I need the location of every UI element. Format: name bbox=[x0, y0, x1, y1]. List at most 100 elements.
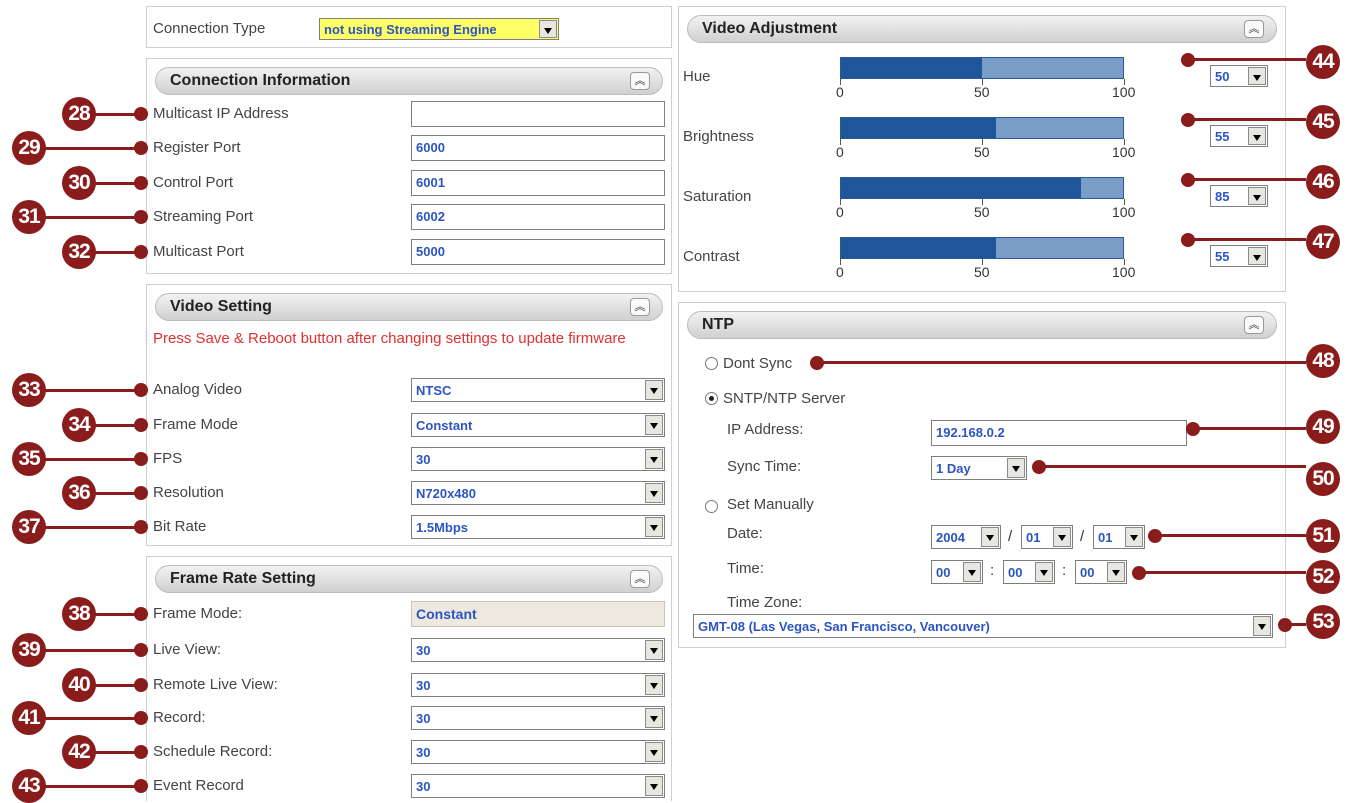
sync-time-select[interactable]: 1 Day bbox=[931, 456, 1027, 480]
tick-label: 0 bbox=[836, 204, 844, 220]
double-chevron-up-icon[interactable]: ︽ bbox=[630, 72, 650, 90]
callout-marker: 43 bbox=[12, 769, 46, 803]
hour-value: 00 bbox=[936, 565, 951, 580]
dropdown-arrow-icon bbox=[645, 517, 663, 537]
dropdown-arrow-icon bbox=[645, 483, 663, 503]
tick-label: 100 bbox=[1112, 204, 1136, 220]
time-zone-select[interactable]: GMT-08 (Las Vegas, San Francisco, Vancou… bbox=[693, 614, 1273, 638]
text-input[interactable]: 6002 bbox=[411, 204, 665, 230]
callout-marker: 35 bbox=[12, 442, 46, 476]
dropdown-select[interactable]: 30 bbox=[411, 706, 665, 730]
tick-label: 100 bbox=[1112, 144, 1136, 160]
tick-label: 100 bbox=[1112, 264, 1136, 280]
dropdown-arrow-icon bbox=[981, 527, 999, 547]
callout-line bbox=[42, 389, 141, 392]
callout-dot bbox=[134, 107, 148, 121]
callout-dot bbox=[134, 678, 148, 692]
dropdown-select[interactable]: N720x480 bbox=[411, 481, 665, 505]
month-select[interactable]: 01 bbox=[1021, 525, 1073, 549]
double-chevron-up-icon[interactable]: ︽ bbox=[630, 570, 650, 588]
day-select[interactable]: 01 bbox=[1093, 525, 1145, 549]
ntp-server-label: SNTP/NTP Server bbox=[723, 390, 846, 407]
text-input[interactable]: 6001 bbox=[411, 170, 665, 196]
dropdown-arrow-icon bbox=[645, 708, 663, 728]
dropdown-select[interactable]: 30 bbox=[411, 740, 665, 764]
callout-dot bbox=[1181, 53, 1195, 67]
adjust-select[interactable]: 50 bbox=[1210, 65, 1268, 87]
callout-line bbox=[42, 147, 141, 150]
ntp-ip-field[interactable]: 192.168.0.2 bbox=[931, 420, 1187, 446]
callout-line bbox=[42, 649, 141, 652]
callout-marker: 40 bbox=[62, 668, 96, 702]
double-chevron-up-icon[interactable]: ︽ bbox=[1244, 20, 1264, 38]
sync-time-label: Sync Time: bbox=[727, 458, 802, 475]
hour-select[interactable]: 00 bbox=[931, 560, 983, 584]
field-label: Resolution bbox=[153, 484, 224, 501]
field-label: Remote Live View: bbox=[153, 676, 278, 693]
callout-dot bbox=[134, 745, 148, 759]
adjust-select[interactable]: 55 bbox=[1210, 125, 1268, 147]
dropdown-arrow-icon bbox=[645, 675, 663, 695]
callout-line bbox=[1188, 58, 1306, 61]
level-bar[interactable] bbox=[840, 237, 1124, 259]
adjust-select[interactable]: 85 bbox=[1210, 185, 1268, 207]
tick-label: 0 bbox=[836, 144, 844, 160]
callout-marker: 53 bbox=[1306, 605, 1340, 639]
select-value: 30 bbox=[416, 711, 431, 726]
double-chevron-up-icon[interactable]: ︽ bbox=[630, 298, 650, 316]
dropdown-select[interactable]: 1.5Mbps bbox=[411, 515, 665, 539]
callout-marker: 42 bbox=[62, 735, 96, 769]
time-separator: : bbox=[1062, 562, 1067, 579]
callout-marker: 34 bbox=[62, 408, 96, 442]
callout-dot bbox=[134, 779, 148, 793]
callout-line bbox=[42, 785, 141, 788]
double-chevron-up-icon[interactable]: ︽ bbox=[1244, 316, 1264, 334]
tick-label: 0 bbox=[836, 84, 844, 100]
dropdown-select[interactable]: 30 bbox=[411, 638, 665, 662]
dropdown-arrow-icon bbox=[645, 640, 663, 660]
select-value: Constant bbox=[416, 418, 473, 433]
connection-type-select[interactable]: not using Streaming Engine bbox=[319, 18, 559, 40]
callout-dot bbox=[134, 210, 148, 224]
set-manually-radio[interactable] bbox=[705, 500, 718, 513]
level-bar[interactable] bbox=[840, 177, 1124, 199]
callout-marker: 36 bbox=[62, 476, 96, 510]
callout-dot bbox=[134, 418, 148, 432]
tick-label: 50 bbox=[974, 144, 990, 160]
select-value: 50 bbox=[1215, 69, 1230, 84]
dropdown-select[interactable]: NTSC bbox=[411, 378, 665, 402]
level-bar[interactable] bbox=[840, 57, 1124, 79]
level-bar-fill bbox=[841, 178, 1081, 198]
dropdown-arrow-icon bbox=[645, 380, 663, 400]
callout-dot bbox=[134, 452, 148, 466]
callout-marker: 31 bbox=[12, 200, 46, 234]
dropdown-select[interactable]: 30 bbox=[411, 673, 665, 697]
adjust-label: Brightness bbox=[683, 128, 754, 145]
year-select[interactable]: 2004 bbox=[931, 525, 1001, 549]
select-value: 1.5Mbps bbox=[416, 520, 469, 535]
callout-line bbox=[1039, 465, 1306, 468]
callout-marker: 33 bbox=[12, 373, 46, 407]
dropdown-select[interactable]: Constant bbox=[411, 413, 665, 437]
callout-dot bbox=[134, 176, 148, 190]
tick-label: 0 bbox=[836, 264, 844, 280]
tick-label: 50 bbox=[974, 204, 990, 220]
ntp-server-radio[interactable] bbox=[705, 392, 718, 405]
ntp-title: NTP bbox=[702, 316, 734, 333]
level-bar[interactable] bbox=[840, 117, 1124, 139]
dropdown-select[interactable]: 30 bbox=[411, 447, 665, 471]
field-label: Register Port bbox=[153, 139, 241, 156]
minute-select[interactable]: 00 bbox=[1003, 560, 1055, 584]
field-label: Streaming Port bbox=[153, 208, 254, 225]
text-input[interactable]: 5000 bbox=[411, 239, 665, 265]
text-input[interactable]: 6000 bbox=[411, 135, 665, 161]
dropdown-select[interactable]: 30 bbox=[411, 774, 665, 798]
dont-sync-radio[interactable] bbox=[705, 357, 718, 370]
second-select[interactable]: 00 bbox=[1075, 560, 1127, 584]
adjust-select[interactable]: 55 bbox=[1210, 245, 1268, 267]
date-separator: / bbox=[1080, 528, 1085, 545]
text-input[interactable] bbox=[411, 101, 665, 127]
callout-marker: 41 bbox=[12, 701, 46, 735]
second-value: 00 bbox=[1080, 565, 1095, 580]
select-value: 55 bbox=[1215, 129, 1230, 144]
